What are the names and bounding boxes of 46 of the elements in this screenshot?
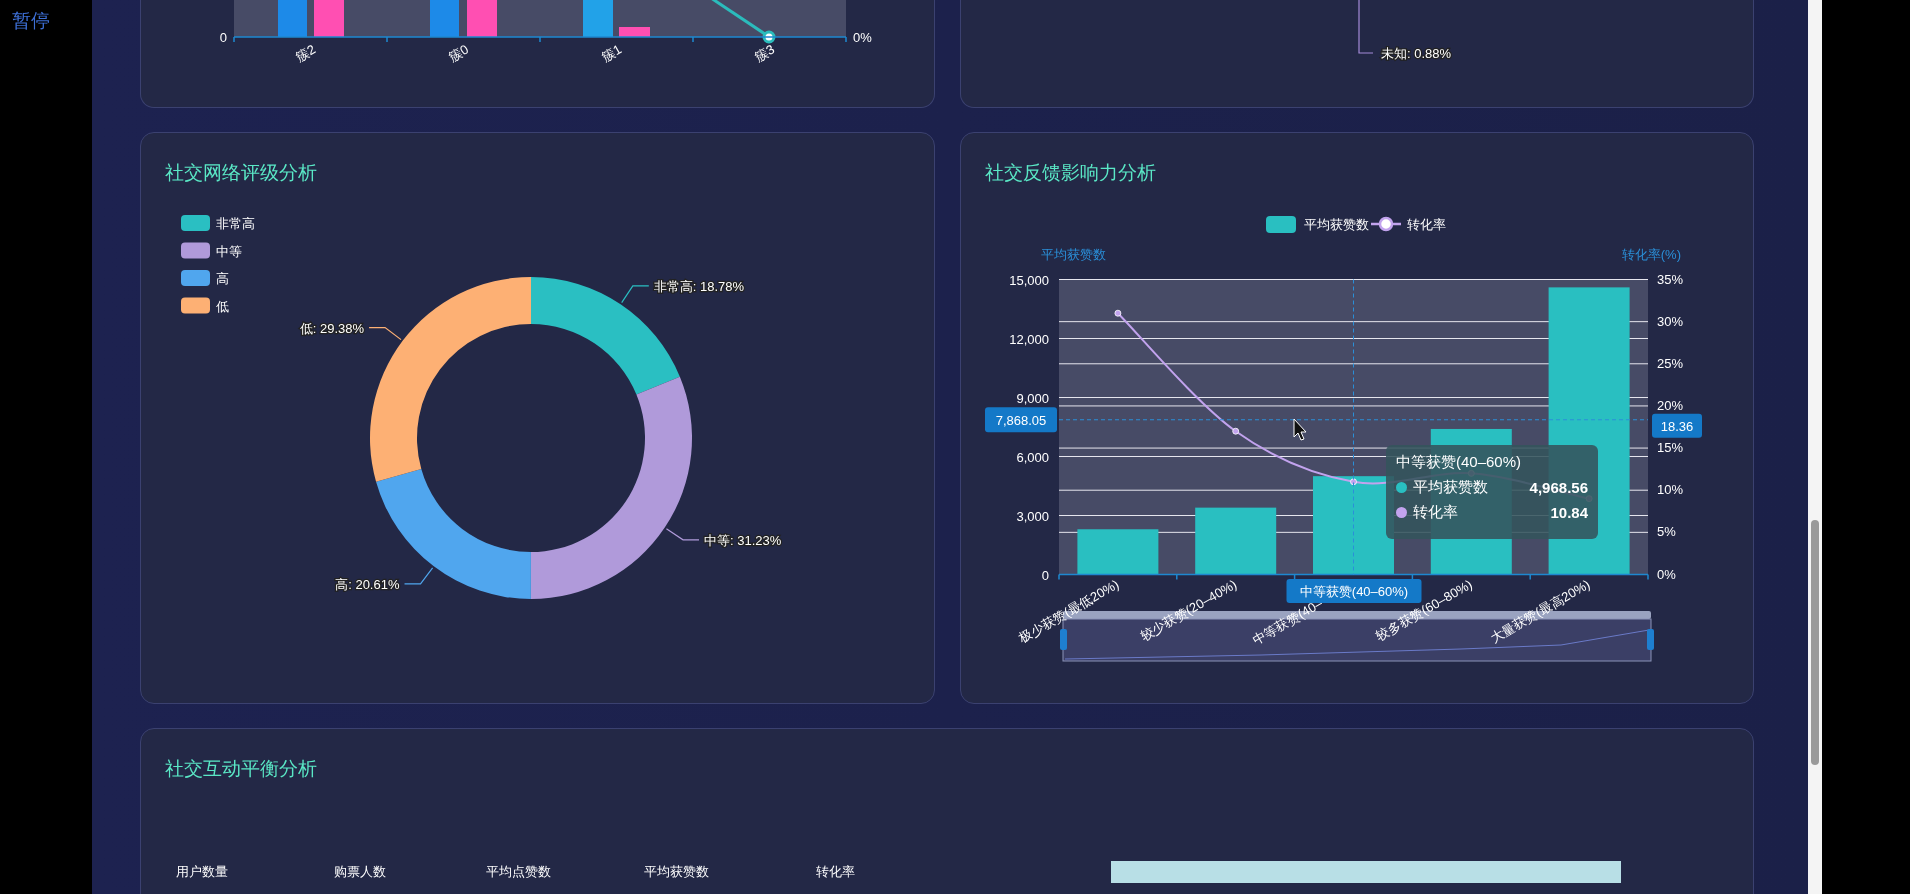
axis-category-label: 大量获赞(最高20%) bbox=[1487, 576, 1593, 646]
axis-tick-label: 30% bbox=[1657, 313, 1684, 329]
axis-tick-label: 9,000 bbox=[1016, 390, 1049, 406]
axis-tick-label: 5% bbox=[1657, 524, 1676, 540]
axis-tick-label: 15,000 bbox=[1009, 272, 1049, 288]
axis-title: 转化率(%) bbox=[1621, 247, 1681, 262]
axis-category-label: 簇2 bbox=[293, 41, 318, 65]
axis-tick-label: 12,000 bbox=[1009, 331, 1049, 347]
axis-pointer-label: 7,868.05 bbox=[985, 407, 1057, 433]
card-title: 社交互动平衡分析 bbox=[165, 758, 317, 779]
slice-label: 高: 20.61% bbox=[335, 576, 400, 592]
slice-label: 未知: 0.88% bbox=[1381, 46, 1452, 61]
axis-pointer-label: 中等获赞(40–60%) bbox=[1286, 579, 1422, 603]
tooltip-value: 10.84 bbox=[1550, 504, 1588, 521]
card-title: 社交反馈影响力分析 bbox=[985, 162, 1156, 183]
axis-tick-label: 35% bbox=[1657, 271, 1684, 287]
card-title: 社交网络评级分析 bbox=[165, 162, 317, 183]
axis-category-label: 簇1 bbox=[599, 41, 624, 65]
column-header: 用户数量 bbox=[176, 863, 229, 881]
axis-title: 平均获赞数 bbox=[1041, 247, 1106, 262]
tooltip-value: 4,968.56 bbox=[1529, 479, 1588, 496]
ref-line-label: 7,868.05 bbox=[995, 412, 1047, 428]
axis-tick-label: 15% bbox=[1657, 440, 1684, 456]
ref-line-label: 中等获赞(40–60%) bbox=[1299, 584, 1409, 599]
tooltip-label: 转化率 bbox=[1413, 503, 1458, 522]
axis-tick-label: 25% bbox=[1657, 355, 1684, 371]
tooltip-title: 中等获赞(40–60%) bbox=[1396, 453, 1523, 472]
axis-category-label: 簇0 bbox=[446, 41, 471, 65]
axis-pointer-label: 18.36 bbox=[1652, 413, 1702, 438]
axis-tick-label: 0 bbox=[1041, 567, 1049, 583]
slice-label: 非常高: 18.78% bbox=[653, 278, 745, 294]
axis-tick-label: 0% bbox=[853, 30, 872, 45]
axis-category-label: 簇3 bbox=[752, 41, 777, 65]
column-header: 购票人数 bbox=[334, 863, 387, 881]
column-header: 平均点赞数 bbox=[486, 863, 552, 881]
tooltip-label: 平均获赞数 bbox=[1413, 478, 1488, 497]
column-header: 转化率 bbox=[816, 863, 856, 881]
slice-label: 低: 29.38% bbox=[299, 320, 365, 336]
axis-tick-label: 20% bbox=[1657, 397, 1684, 413]
axis-tick-label: 6,000 bbox=[1016, 449, 1049, 465]
axis-tick-label: 0% bbox=[1657, 566, 1676, 582]
axis-tick-label: 10% bbox=[1657, 482, 1684, 498]
slice-label: 中等: 31.23% bbox=[704, 532, 782, 548]
axis-tick-label: 3,000 bbox=[1016, 508, 1049, 524]
axis-tick-label: 0 bbox=[219, 30, 227, 45]
column-header: 平均获赞数 bbox=[644, 863, 710, 881]
